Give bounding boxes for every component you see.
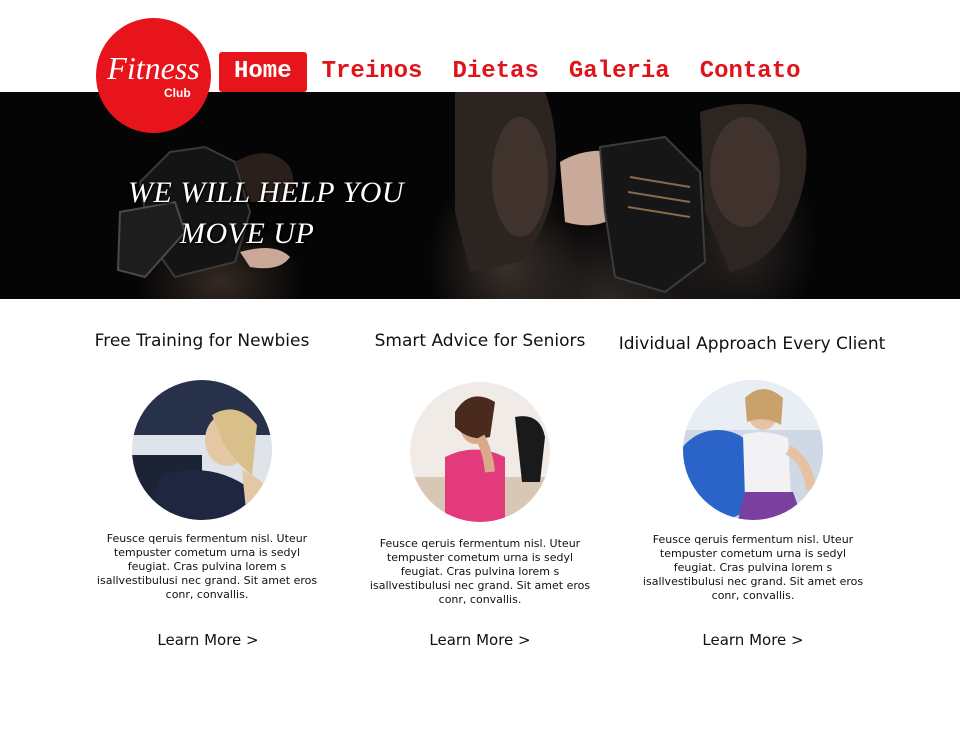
- logo-title: Fitness: [107, 50, 200, 86]
- nav-contato[interactable]: Contato: [685, 52, 816, 92]
- feature-photo-newbies: [132, 380, 272, 520]
- feature-description: Feusce qeruis fermentum nisl. Uteur temp…: [642, 533, 864, 602]
- glove-left-graphic: [116, 145, 294, 279]
- woman-situps-image: [132, 380, 272, 520]
- feature-photo-seniors: [410, 382, 550, 522]
- fighter-right-graphic: [700, 104, 807, 272]
- nav-dietas[interactable]: Dietas: [437, 52, 553, 92]
- fist-glove-graphic: [560, 135, 707, 294]
- fighter-left-graphic: [455, 92, 557, 272]
- feature-photo-individual: [683, 380, 823, 520]
- feature-column-newbies: Free Training for Newbies: [66, 331, 338, 352]
- feature-description: Feusce qeruis fermentum nisl. Uteur temp…: [369, 537, 591, 606]
- fitness-club-logo[interactable]: Fitness Club: [96, 18, 211, 133]
- learn-more-link-seniors[interactable]: Learn More >: [380, 631, 580, 649]
- feature-title: Idividual Approach Every Client: [618, 334, 886, 354]
- learn-more-link-newbies[interactable]: Learn More >: [108, 631, 308, 649]
- feature-title: Free Training for Newbies: [94, 331, 310, 351]
- nav-treinos[interactable]: Treinos: [307, 52, 438, 92]
- learn-more-link-individual[interactable]: Learn More >: [653, 631, 853, 649]
- hero-headline-line2: MOVE UP: [180, 217, 315, 250]
- feature-column-individual: Idividual Approach Every Client: [616, 334, 888, 355]
- nav-home[interactable]: Home: [219, 52, 307, 92]
- hero-headline-line1: WE WILL HELP YOU: [128, 176, 405, 209]
- feature-title: Smart Advice for Seniors: [374, 331, 586, 351]
- main-nav: Home Treinos Dietas Galeria Contato: [219, 52, 816, 92]
- nav-galeria[interactable]: Galeria: [554, 52, 685, 92]
- feature-column-seniors: Smart Advice for Seniors: [344, 331, 616, 352]
- feature-description: Feusce qeruis fermentum nisl. Uteur temp…: [96, 532, 318, 601]
- woman-fitball-image: [683, 380, 823, 520]
- woman-stretching-image: [410, 382, 550, 522]
- logo-subtitle: Club: [164, 86, 191, 100]
